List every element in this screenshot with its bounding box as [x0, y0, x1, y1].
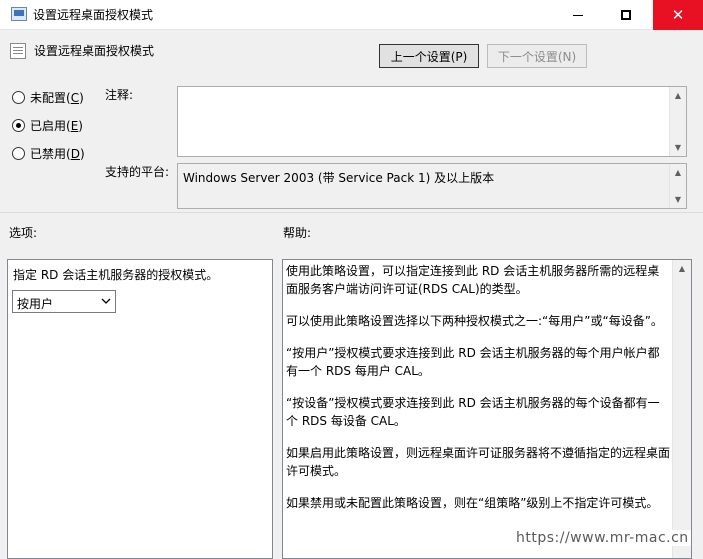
help-text: 使用此策略设置，可以指定连接到此 RD 会话主机服务器所需的远程桌面服务客户端访… — [286, 262, 671, 526]
close-icon: ✕ — [671, 6, 685, 24]
scroll-down-icon[interactable]: ▼ — [670, 139, 686, 156]
help-label: 帮助: — [283, 226, 312, 240]
help-paragraph: 如果禁用或未配置此策略设置，则在“组策略”级别上不指定许可模式。 — [286, 496, 659, 510]
radio-enabled-label: 已启用 — [30, 119, 67, 133]
policy-title: 设置远程桌面授权模式 — [34, 44, 155, 58]
radio-not-configured-circle[interactable] — [12, 91, 25, 104]
scroll-up-icon[interactable]: ▲ — [670, 87, 686, 104]
maximize-button[interactable] — [603, 0, 649, 30]
next-setting-button[interactable]: 下一个设置(N) — [487, 44, 587, 68]
close-button[interactable]: ✕ — [653, 0, 703, 30]
platform-value: Windows Server 2003 (带 Service Pack 1) 及… — [183, 171, 495, 185]
radio-not-configured[interactable]: 未配置(C) — [12, 89, 84, 106]
platform-scrollbar[interactable]: ▲ ▼ — [669, 164, 686, 208]
maximize-icon — [621, 10, 631, 20]
help-paragraph: “按设备”授权模式要求连接到此 RD 会话主机服务器的每个设备都有一个 RDS … — [286, 396, 660, 428]
help-paragraph: 可以使用此策略设置选择以下两种授权模式之一:“每用户”或“每设备”。 — [286, 314, 663, 328]
help-paragraph: 如果启用此策略设置，则远程桌面许可证服务器将不遵循指定的远程桌面许可模式。 — [286, 446, 671, 478]
scroll-up-icon[interactable]: ▲ — [673, 260, 691, 277]
radio-disabled[interactable]: 已禁用(D) — [12, 145, 85, 162]
help-paragraph: “按用户”授权模式要求连接到此 RD 会话主机服务器的每个用户帐户都有一个 RD… — [286, 346, 660, 378]
window-title: 设置远程桌面授权模式 — [33, 8, 154, 22]
previous-setting-button[interactable]: 上一个设置(P) — [379, 44, 479, 68]
scroll-down-icon[interactable]: ▼ — [670, 191, 686, 208]
radio-enabled-key: E — [70, 118, 79, 133]
radio-disabled-circle[interactable] — [12, 147, 25, 160]
licensing-mode-value: 按用户 — [17, 297, 54, 311]
comment-label: 注释: — [105, 88, 134, 102]
options-pane: 指定 RD 会话主机服务器的授权模式。 按用户 — [7, 259, 273, 559]
radio-disabled-key: D — [70, 146, 80, 161]
policy-editor-icon — [11, 7, 27, 21]
scroll-up-icon[interactable]: ▲ — [670, 164, 686, 181]
comment-scrollbar[interactable]: ▲ ▼ — [669, 87, 686, 156]
comment-textarea[interactable]: ▲ ▼ — [177, 86, 687, 157]
radio-not-configured-label: 未配置 — [30, 91, 67, 105]
minimize-icon — [573, 14, 583, 16]
help-scrollbar[interactable]: ▲ — [672, 260, 691, 558]
next-setting-label: 下一个设置(N) — [497, 49, 577, 64]
section-divider — [0, 212, 703, 213]
licensing-mode-select[interactable]: 按用户 — [12, 290, 116, 313]
radio-disabled-label: 已禁用 — [30, 147, 67, 161]
options-description: 指定 RD 会话主机服务器的授权模式。 — [13, 268, 219, 282]
policy-setting-icon — [10, 43, 26, 59]
chevron-down-icon — [101, 298, 111, 304]
title-bar: 设置远程桌面授权模式 ✕ — [0, 0, 703, 30]
radio-enabled-circle[interactable] — [12, 119, 25, 132]
minimize-button[interactable] — [555, 0, 601, 30]
platform-label: 支持的平台: — [105, 165, 170, 179]
previous-setting-label: 上一个设置(P) — [390, 49, 468, 64]
watermark: https://www.mr-mac.cn — [514, 530, 691, 546]
platform-box: Windows Server 2003 (带 Service Pack 1) 及… — [177, 163, 687, 209]
help-pane: 使用此策略设置，可以指定连接到此 RD 会话主机服务器所需的远程桌面服务客户端访… — [282, 259, 692, 559]
options-label: 选项: — [9, 226, 38, 240]
radio-enabled[interactable]: 已启用(E) — [12, 117, 83, 134]
help-paragraph: 使用此策略设置，可以指定连接到此 RD 会话主机服务器所需的远程桌面服务客户端访… — [286, 264, 660, 296]
radio-not-configured-key: C — [70, 90, 80, 105]
